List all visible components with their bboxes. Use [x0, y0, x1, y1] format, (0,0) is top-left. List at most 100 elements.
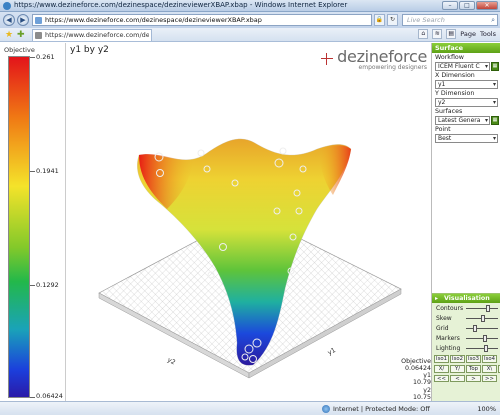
surface-settings-panel: Surface Workflow ICEM Fluent C ▦ X Dimen…	[431, 43, 500, 401]
visualisation-header[interactable]: Visualisation	[432, 294, 500, 303]
forward-button[interactable]: ▶	[17, 14, 29, 26]
nav-button-4[interactable]: >>	[482, 375, 497, 382]
y-dimension-label: Y Dimension	[435, 90, 475, 97]
feeds-icon[interactable]: ≋	[432, 29, 443, 39]
legend-title: Objective	[4, 46, 35, 54]
tools-menu[interactable]: Tools	[480, 30, 496, 38]
contours-slider-thumb[interactable]	[485, 305, 490, 312]
address-tools: 🔒 ↻	[374, 14, 398, 26]
grid-slider-thumb[interactable]	[473, 325, 477, 332]
nav-button-1[interactable]: <<	[434, 375, 449, 382]
surface-plot[interactable]: y1 by y2 dezineforce empowering designer…	[67, 43, 431, 401]
slider-row-grid: Grid	[432, 323, 500, 333]
lock-icon[interactable]: 🔒	[374, 14, 385, 26]
favorites-star-icon[interactable]: ★	[5, 30, 13, 40]
x-dimension-select[interactable]: y1	[435, 80, 498, 89]
search-icon[interactable]: ⌕	[491, 16, 495, 25]
x-dimension-label: X Dimension	[435, 72, 475, 79]
point-readout: Objective 0.06424 y1 10.79 y2 10.75	[401, 358, 431, 401]
readout-y1-label: y1	[423, 372, 431, 380]
surface-panel-header[interactable]: Surface	[432, 43, 500, 53]
legend-tick	[30, 171, 35, 172]
view-button-2[interactable]: Y/	[450, 365, 465, 373]
axis-label-y1: y1	[326, 346, 337, 357]
nav-button-3[interactable]: >	[466, 375, 481, 382]
surfaces-open-button[interactable]: ▦	[491, 116, 499, 125]
iso-button-1[interactable]: Iso1	[434, 355, 449, 363]
slider-label-lighting: Lighting	[436, 345, 461, 352]
window-controls: – □ ✕	[442, 1, 498, 10]
status-bar: Internet | Protected Mode: Off 100%	[0, 401, 500, 415]
contours-slider-track[interactable]	[466, 308, 498, 309]
internet-zone-icon	[322, 405, 330, 413]
iso-view-buttons: Iso1 Iso2 Iso3 Iso4	[434, 355, 497, 363]
legend-tick-3: 0.1292	[36, 281, 59, 289]
axis-view-buttons: X/Y/TopX\Y\	[434, 365, 500, 373]
lighting-slider-thumb[interactable]	[484, 345, 489, 352]
page-icon	[35, 17, 42, 24]
iso-button-2[interactable]: Iso2	[450, 355, 465, 363]
surfaces-label: Surfaces	[435, 108, 463, 115]
marker-point[interactable]	[197, 149, 205, 157]
home-icon[interactable]: ⌂	[418, 29, 429, 39]
address-url: https://www.dezineforce.com/dezinespace/…	[45, 16, 262, 24]
workflow-select[interactable]: ICEM Fluent C	[435, 62, 490, 71]
search-placeholder: Live Search	[407, 16, 445, 24]
page-menu[interactable]: Page	[460, 30, 476, 38]
surfaces-select[interactable]: Latest Genera	[435, 116, 490, 125]
view-button-4[interactable]: X\	[482, 365, 497, 373]
visualisation-panel: Visualisation Contours Skew Grid Markers Lig…	[432, 293, 500, 401]
point-select[interactable]: Best	[435, 134, 498, 143]
legend-tick-2: 0.1941	[36, 167, 59, 175]
print-icon[interactable]: ▤	[446, 29, 457, 39]
nav-button-2[interactable]: <	[450, 375, 465, 382]
maximize-button[interactable]: □	[459, 1, 475, 10]
skew-slider-thumb[interactable]	[481, 315, 486, 322]
refresh-icon[interactable]: ↻	[387, 14, 398, 26]
markers-slider-thumb[interactable]	[482, 335, 487, 342]
legend-tick-min: 0.06424	[36, 392, 63, 400]
legend-tick	[30, 397, 35, 398]
surface-3d-view[interactable]: y2 y1	[67, 43, 431, 401]
slider-label-grid: Grid	[436, 325, 449, 332]
workflow-open-button[interactable]: ▦	[491, 62, 499, 71]
y-dimension-select[interactable]: y2	[435, 98, 498, 107]
legend-tick	[30, 57, 35, 58]
view-button-3[interactable]: Top	[466, 365, 481, 373]
slider-row-skew: Skew	[432, 313, 500, 323]
close-button[interactable]: ✕	[476, 1, 498, 10]
window-titlebar: https://www.dezineforce.com/dezinespace/…	[0, 0, 500, 12]
slider-row-contours: Contours	[432, 303, 500, 313]
legend-tick-max: 0.261	[36, 53, 55, 61]
tab-dezineviewer[interactable]: https://www.dezineforce.com/dezinesp...	[32, 29, 152, 41]
axis-label-y2: y2	[166, 356, 177, 367]
grid-slider-track[interactable]	[466, 328, 498, 329]
back-button[interactable]: ◀	[3, 14, 15, 26]
point-nav-buttons: << < > >>	[434, 375, 497, 382]
visualisation-sliders: Contours Skew Grid Markers Lighting	[432, 303, 500, 353]
tab-bar: ★ ✚ https://www.dezineforce.com/dezinesp…	[0, 28, 500, 42]
slider-label-markers: Markers	[436, 335, 460, 342]
iso-button-4[interactable]: Iso4	[482, 355, 497, 363]
readout-objective-value: 0.06424	[404, 364, 431, 372]
iso-button-3[interactable]: Iso3	[466, 355, 481, 363]
readout-y2-value: 10.75	[412, 393, 431, 401]
view-button-1[interactable]: X/	[434, 365, 449, 373]
address-field[interactable]: https://www.dezineforce.com/dezinespace/…	[32, 14, 372, 26]
ie-icon	[3, 2, 11, 10]
window-title: https://www.dezineforce.com/dezinespace/…	[14, 1, 348, 9]
objective-legend: Objective 0.261 0.1941 0.1292 0.06424	[0, 43, 66, 401]
legend-tick	[30, 285, 35, 286]
lighting-slider-track[interactable]	[466, 348, 498, 349]
security-zone-text[interactable]: Internet | Protected Mode: Off	[333, 405, 430, 413]
color-scale-bar	[8, 56, 30, 398]
add-favorites-icon[interactable]: ✚	[17, 30, 25, 40]
zoom-level[interactable]: 100%	[477, 405, 496, 413]
readout-y2-label: y2	[423, 386, 431, 394]
search-input[interactable]: Live Search ⌕	[402, 14, 498, 26]
tab-label: https://www.dezineforce.com/dezinesp...	[45, 31, 149, 39]
slider-row-markers: Markers	[432, 333, 500, 343]
minimize-button[interactable]: –	[442, 1, 458, 10]
marker-point[interactable]	[279, 147, 287, 155]
readout-objective-label: Objective	[401, 357, 431, 365]
